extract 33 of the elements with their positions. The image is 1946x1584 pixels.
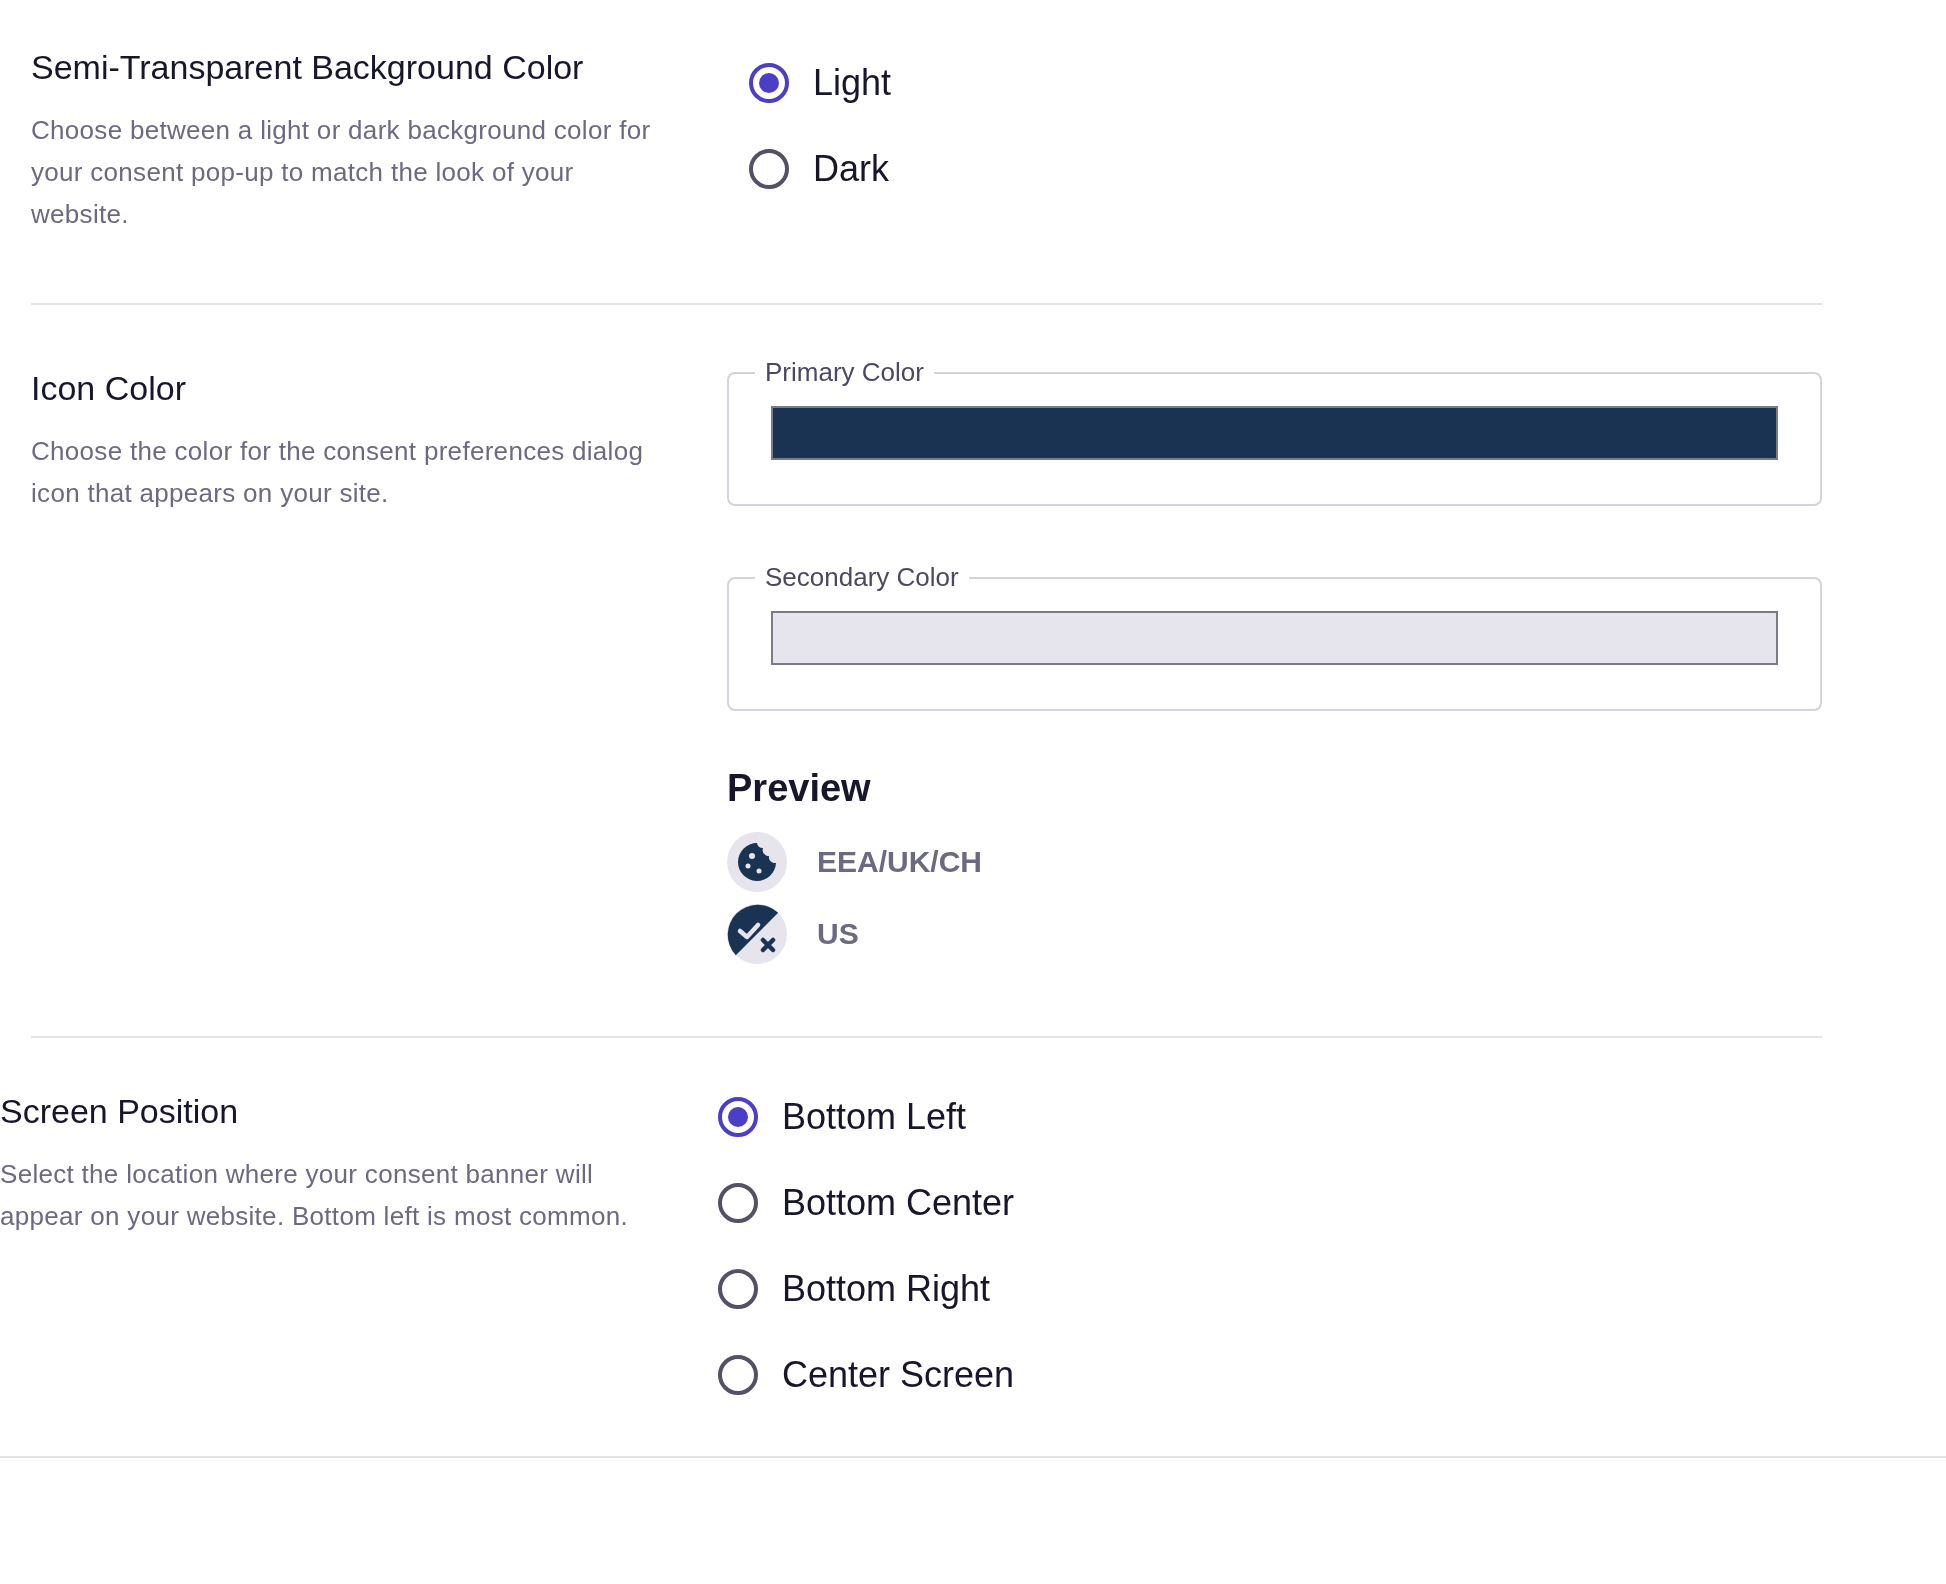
section-description: Select the location where your consent banner will appear on your website. Bottom left is most common. — [0, 1158, 629, 1233]
section-description: Choose between a light or dark background color for your consent pop-up to match the look of your website. — [31, 114, 652, 231]
section-title: Icon Color — [31, 369, 187, 408]
option-label: Dark — [813, 148, 889, 190]
radio-button[interactable] — [718, 1097, 758, 1137]
option-label: Center Screen — [782, 1354, 1015, 1396]
section-title: Screen Position — [0, 1092, 240, 1131]
radio-button[interactable] — [718, 1355, 758, 1395]
color-swatch[interactable] — [771, 611, 1778, 665]
check-cross-icon — [727, 904, 787, 964]
radio-button[interactable] — [749, 63, 789, 103]
color-swatch[interactable] — [771, 406, 1778, 460]
region-label: US — [817, 917, 859, 951]
radio-button[interactable] — [718, 1269, 758, 1309]
option-label: Light — [813, 62, 892, 104]
radio-option[interactable]: Dark — [749, 148, 1822, 190]
radio-button[interactable] — [749, 149, 789, 189]
section-description: Choose the color for the consent preferences dialog icon that appears on your site. — [31, 435, 645, 510]
radio-option[interactable]: Bottom Center — [718, 1182, 1946, 1224]
preview-heading: Preview — [727, 767, 872, 810]
radio-button[interactable] — [718, 1183, 758, 1223]
field-label: Secondary Color — [764, 562, 960, 593]
field-label: Primary Color — [764, 357, 925, 388]
cookie-icon — [727, 832, 787, 892]
section-title: Semi-Transparent Background Color — [31, 48, 585, 87]
option-label: Bottom Center — [782, 1182, 1015, 1224]
radio-option[interactable]: Bottom Left — [718, 1096, 1946, 1138]
region-label: EEA/UK/CH — [817, 845, 982, 879]
radio-option[interactable]: Bottom Right — [718, 1268, 1946, 1310]
radio-option[interactable]: Center Screen — [718, 1354, 1946, 1396]
option-label: Bottom Left — [782, 1096, 967, 1138]
option-label: Bottom Right — [782, 1268, 991, 1310]
radio-option[interactable]: Light — [749, 62, 1822, 104]
